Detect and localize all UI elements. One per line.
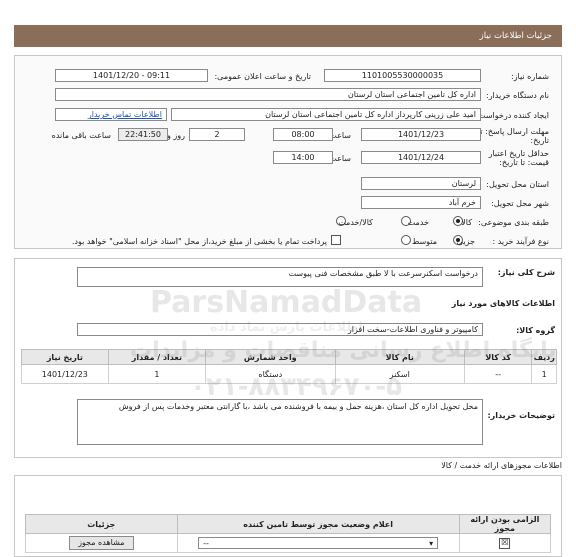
cell-code: -- — [463, 364, 533, 384]
required-checkbox[interactable]: ☒ — [499, 537, 511, 549]
col-unit: واحد شمارش — [205, 349, 336, 365]
validity-time-field: 14:00 — [273, 151, 333, 164]
validity-label: حداقل تاریخ اعتبار قیمت: تا تاریخ: — [488, 149, 549, 167]
permits-section: الزامی بودن ارائه مجوز اعلام وضعیت مجوز … — [14, 475, 562, 557]
goods-group-label: گروه کالا: — [516, 326, 555, 335]
need-number-label: شماره نیاز: — [511, 72, 549, 81]
goods-info-label: اطلاعات کالاهای مورد نیاز — [451, 299, 555, 308]
details-section: شرح کلی نیاز: درخواست اسکنرسرعت با لا طب… — [14, 258, 562, 458]
creator-label: ایجاد کننده درخواست: — [475, 111, 549, 120]
table-row: ☒ ▾ -- مشاهده مجوز — [25, 533, 552, 553]
buyer-org-field: اداره کل تامین اجتماعی استان لرستان — [55, 88, 481, 101]
col-status: اعلام وضعیت مجوز توسط تامین کننده — [176, 514, 460, 534]
col-required: الزامی بودن ارائه مجوز — [458, 514, 552, 534]
city-field: خرم آباد — [361, 196, 481, 209]
buyer-org-label: نام دستگاه خریدار: — [486, 91, 549, 100]
cell-row: 1 — [531, 364, 557, 384]
treasury-note: پرداخت تمام یا بخشی از مبلغ خرید،از محل … — [71, 237, 327, 246]
buyer-notes-field: محل تحویل اداره کل استان ،هزینه حمل و بی… — [77, 399, 483, 445]
items-table-header: ردیف کد کالا نام کالا واحد شمارش تعداد /… — [21, 349, 557, 365]
permits-table: الزامی بودن ارائه مجوز اعلام وضعیت مجوز … — [25, 514, 552, 553]
remaining-label: ساعت باقی مانده — [51, 131, 111, 140]
buyer-notes-label: توضیحات خریدار: — [487, 411, 555, 420]
cell-name: اسکنر — [334, 364, 465, 384]
table-row: 1 -- اسکنر دستگاه 1 1401/12/23 — [21, 364, 557, 384]
permits-table-header: الزامی بودن ارائه مجوز اعلام وضعیت مجوز … — [25, 514, 552, 534]
cell-details: مشاهده مجوز — [25, 533, 178, 553]
services-title: اطلاعات مجوزهای ارائه خدمت / کالا — [441, 461, 562, 470]
days-field: 2 — [189, 128, 245, 141]
remaining-time-field: 22:41:50 — [118, 128, 168, 141]
status-value: -- — [203, 538, 209, 548]
cell-status: ▾ -- — [176, 533, 460, 553]
col-name: نام کالا — [334, 349, 465, 365]
days-label: روز و — [167, 131, 185, 140]
col-details: جزئیات — [25, 514, 178, 534]
category-both-label: کالا/خدمت — [338, 218, 373, 227]
contact-link-box[interactable]: اطلاعات تماس خریدار — [55, 108, 167, 121]
need-info-panel: شماره نیاز: 1101005530000035 تاریخ و ساع… — [14, 55, 562, 249]
purchase-medium-radio[interactable] — [401, 235, 411, 245]
contact-buyer-link[interactable]: اطلاعات تماس خریدار — [88, 110, 162, 119]
cell-qty: 1 — [107, 364, 207, 384]
province-label: استان محل تحویل: — [486, 180, 549, 189]
province-field: لرستان — [361, 177, 481, 190]
cell-unit: دستگاه — [205, 364, 336, 384]
col-date: تاریخ نیاز — [21, 349, 109, 365]
col-code: کد کالا — [463, 349, 533, 365]
description-label: شرح کلی نیاز: — [497, 268, 555, 277]
deadline-date-field: 1401/12/23 — [361, 128, 481, 141]
category-label: طبقه بندی موضوعی: — [478, 218, 549, 227]
title-bar: جزئیات اطلاعات نیاز — [14, 25, 562, 47]
description-field: درخواست اسکنرسرعت با لا طبق مشخصات فنی پ… — [77, 267, 483, 287]
goods-group-field: کامپیوتر و فناوری اطلاعات-سخت افزار — [77, 323, 483, 336]
announce-label: تاریخ و ساعت اعلان عمومی: — [214, 72, 311, 81]
items-table: ردیف کد کالا نام کالا واحد شمارش تعداد /… — [21, 349, 557, 384]
need-number-field: 1101005530000035 — [324, 69, 481, 82]
status-select[interactable]: ▾ -- — [198, 537, 439, 549]
purchase-type-label: نوع فرآیند خرید : — [492, 237, 549, 246]
col-qty: تعداد / مقدار — [107, 349, 207, 365]
purchase-medium-label: متوسط — [411, 237, 437, 246]
page-title: جزئیات اطلاعات نیاز — [479, 31, 552, 41]
announce-field: 1401/12/20 - 09:11 — [55, 69, 208, 82]
cell-date: 1401/12/23 — [21, 364, 109, 384]
validity-date-field: 1401/12/24 — [361, 151, 481, 164]
deadline-time-field: 08:00 — [273, 128, 333, 141]
creator-field: امید علی زرینی کارپرداز اداره کل تامین ا… — [171, 108, 481, 121]
category-goods-label: کالا — [461, 218, 472, 227]
purchase-minor-label: جزیی — [456, 237, 475, 246]
city-label: شهر محل تحویل: — [491, 199, 549, 208]
treasury-checkbox[interactable] — [331, 235, 341, 245]
col-row: ردیف — [531, 349, 557, 365]
category-service-label: خدمت — [407, 218, 429, 227]
view-permit-button[interactable]: مشاهده مجوز — [69, 536, 134, 550]
cell-required: ☒ — [458, 533, 552, 553]
deadline-label: مهلت ارسال پاسخ: تا تاریخ: — [477, 127, 549, 145]
chevron-down-icon: ▾ — [429, 538, 434, 548]
